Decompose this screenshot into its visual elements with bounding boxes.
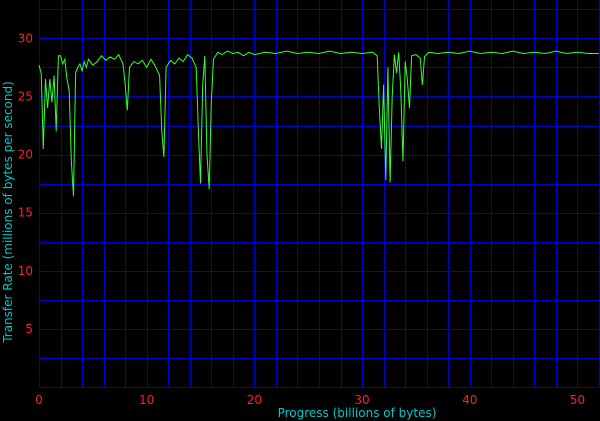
x-tick-label: 40 — [462, 393, 477, 407]
x-tick-label: 20 — [247, 393, 262, 407]
x-tick-label: 0 — [35, 393, 43, 407]
chart-background — [0, 0, 600, 421]
x-tick-label: 10 — [139, 393, 154, 407]
y-tick-label: 5 — [25, 322, 33, 336]
x-axis-label: Progress (billions of bytes) — [278, 406, 437, 420]
x-tick-label: 50 — [570, 393, 585, 407]
y-tick-label: 10 — [18, 264, 33, 278]
x-tick-label: 30 — [354, 393, 369, 407]
y-tick-label: 20 — [18, 148, 33, 162]
y-axis-label: Transfer Rate (millions of bytes per sec… — [1, 81, 15, 344]
transfer-rate-chart: 5 10 15 20 25 30 0 10 20 30 40 50 Progress (billio… — [0, 0, 600, 421]
y-tick-label: 25 — [18, 89, 33, 103]
y-tick-label: 15 — [18, 206, 33, 220]
y-tick-label: 30 — [18, 31, 33, 45]
